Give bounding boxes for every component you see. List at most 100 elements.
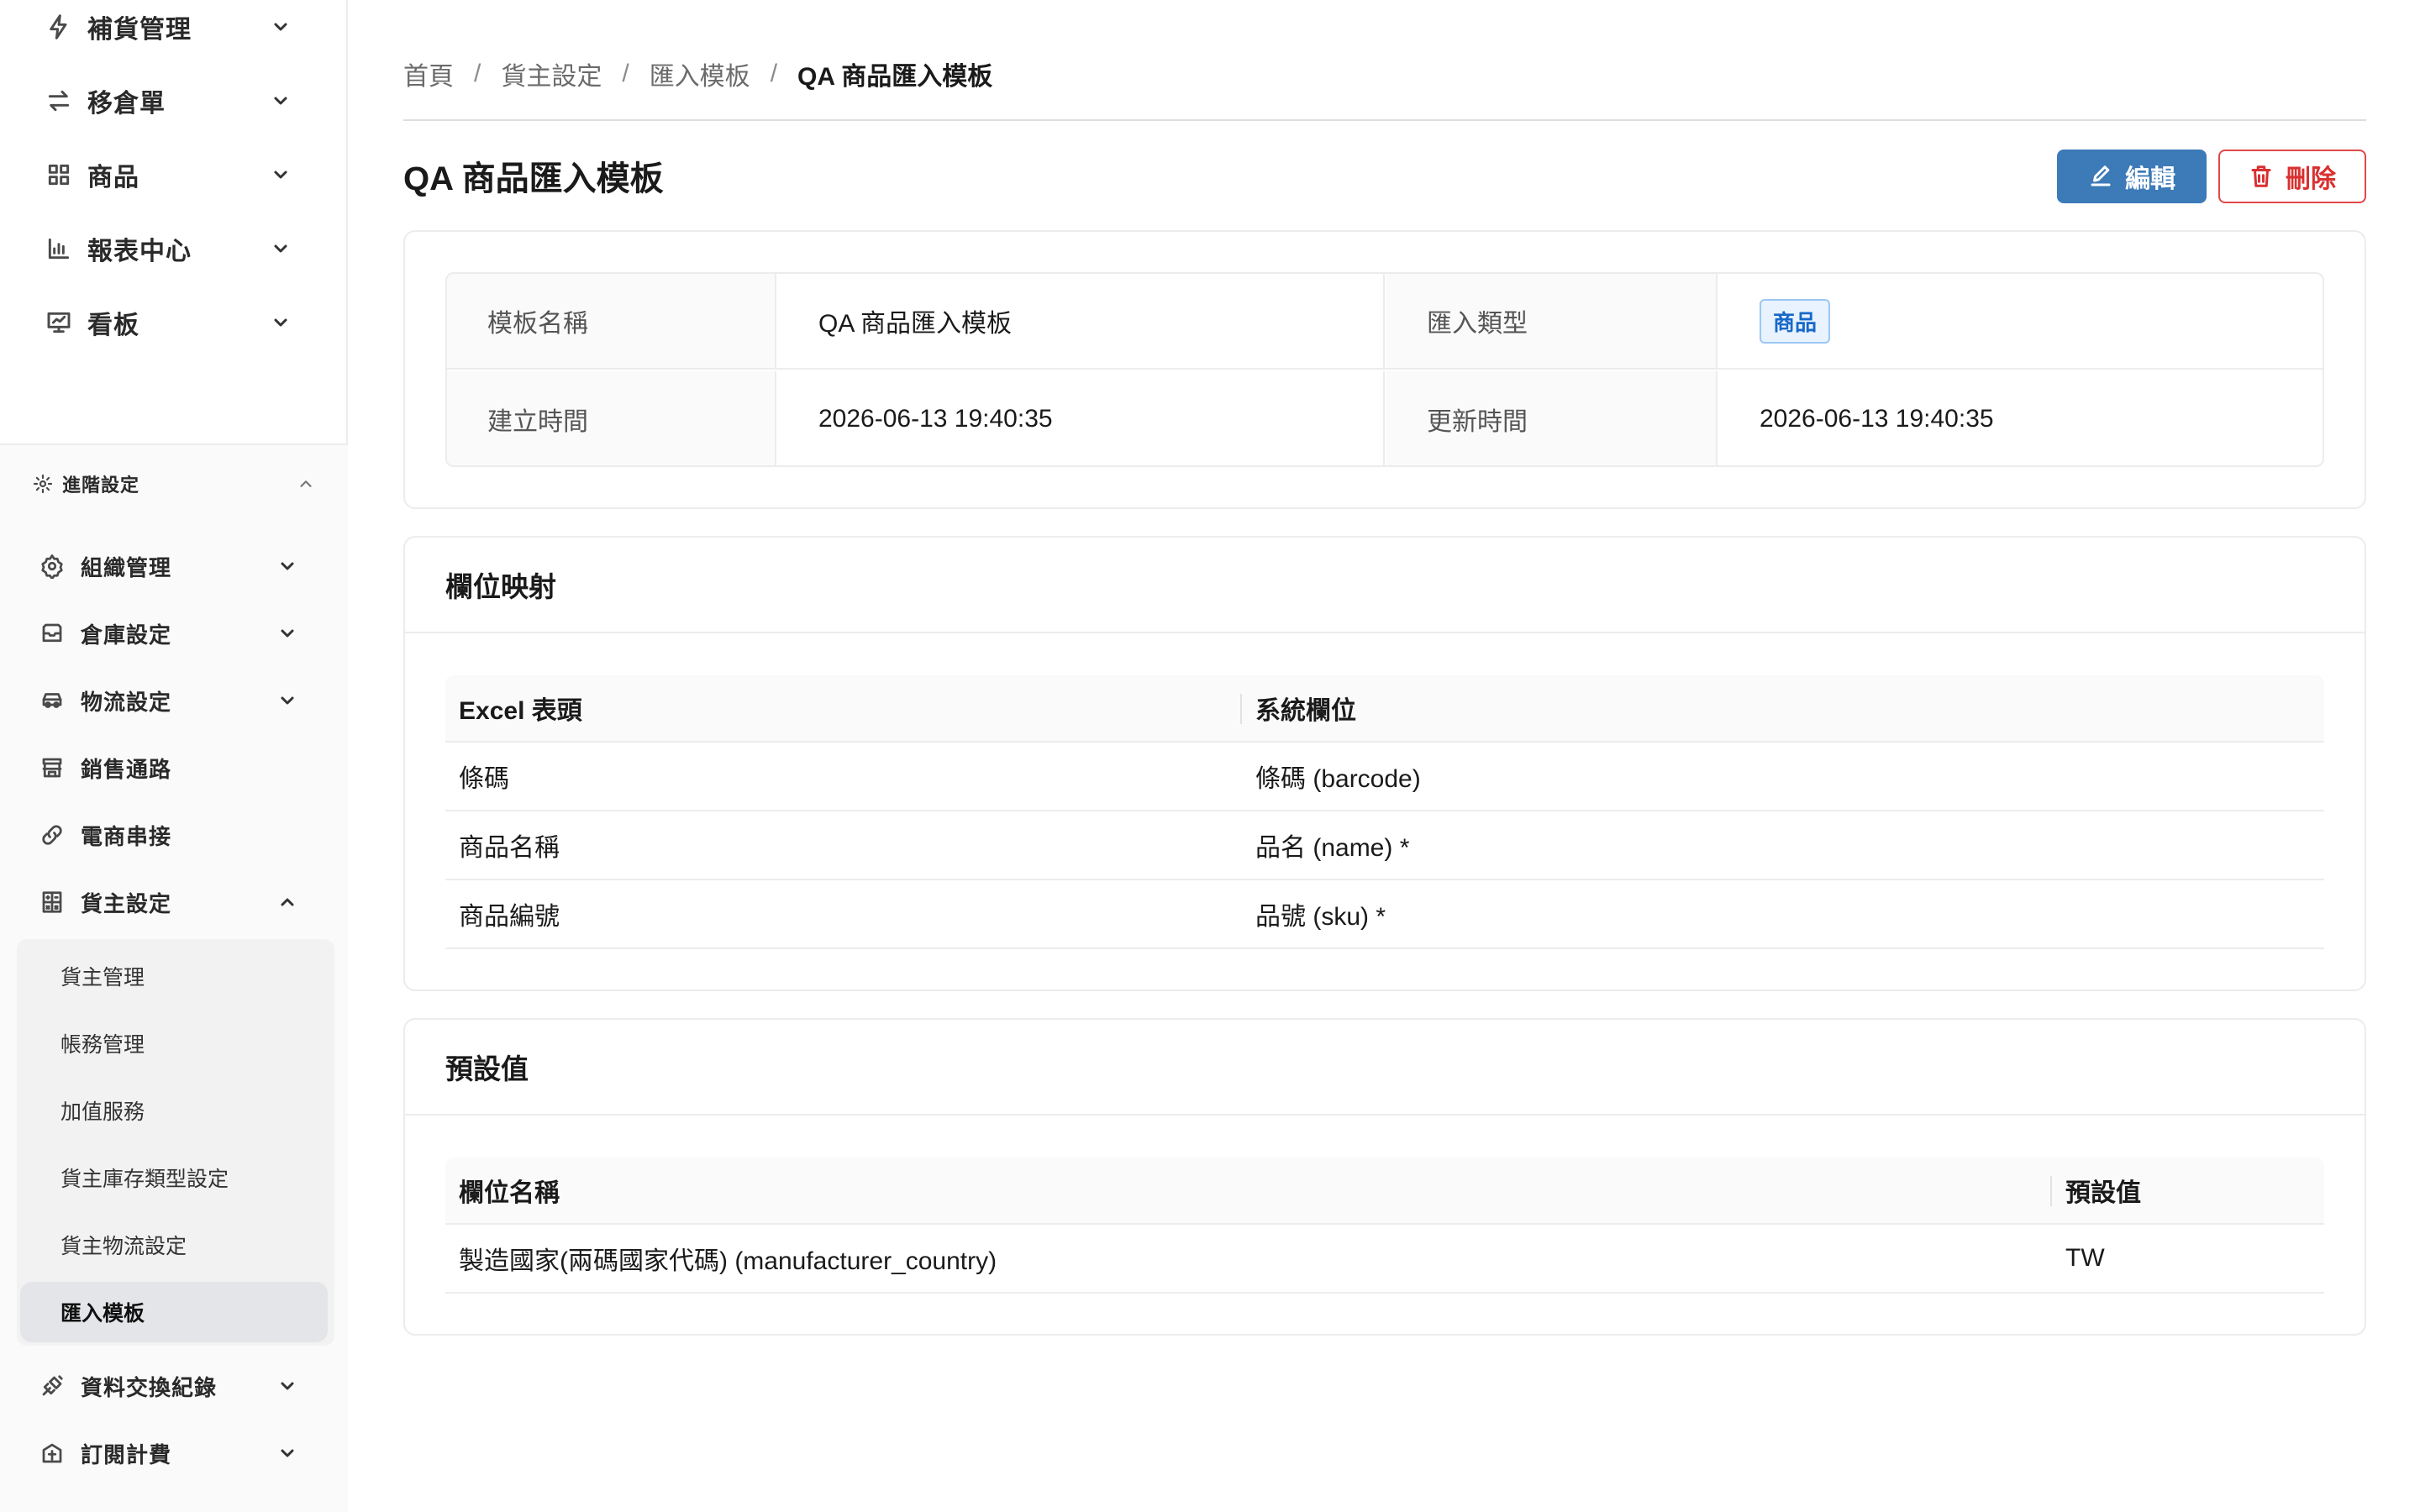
breadcrumb-separator: / <box>474 60 481 87</box>
gear-icon <box>37 551 67 581</box>
column-header-excel: Excel 表頭 <box>459 697 582 725</box>
breadcrumb-divider <box>403 119 2366 121</box>
grid-icon <box>44 160 74 190</box>
delete-button[interactable]: 刪除 <box>2218 150 2366 203</box>
car-icon <box>37 685 67 716</box>
chevron-down-icon <box>269 89 292 113</box>
table-row: 條碼 條碼 (barcode) <box>445 743 2324 811</box>
page-title: QA 商品匯入模板 <box>403 160 664 197</box>
system-field-cell: 品號 (sku) * <box>1255 903 1386 931</box>
table-header: 欄位名稱 預設值 <box>445 1158 2324 1225</box>
default-values-title: 預設值 <box>405 1020 2365 1116</box>
chevron-down-icon <box>276 622 299 645</box>
table-row: 製造國家(兩碼國家代碼) (manufacturer_country) TW <box>445 1225 2324 1294</box>
import-type-label: 匯入類型 <box>1386 274 1718 368</box>
submenu-item-owner-management[interactable]: 貨主管理 <box>17 946 328 1006</box>
system-field-cell: 條碼 (barcode) <box>1255 765 1421 793</box>
sidebar-item-transfer[interactable]: 移倉單 <box>0 67 348 134</box>
import-type-value-cell: 商品 <box>1719 274 2323 368</box>
calculator-icon <box>37 887 67 917</box>
template-name-value: QA 商品匯入模板 <box>778 274 1385 368</box>
breadcrumb-import-templates[interactable]: 匯入模板 <box>650 55 750 92</box>
sidebar-item-data-exchange-log[interactable]: 資料交換紀錄 <box>0 1352 348 1420</box>
submenu-item-label: 帳務管理 <box>60 1033 145 1057</box>
sidebar-item-replenishment[interactable]: 補貨管理 <box>0 0 348 60</box>
template-info-table: 模板名稱 QA 商品匯入模板 匯入類型 商品 建立時間 2026-06-13 1… <box>445 272 2324 467</box>
breadcrumb-current: QA 商品匯入模板 <box>797 63 993 91</box>
sidebar-item-owner-settings[interactable]: 貨主設定 <box>0 869 348 936</box>
submenu-item-label: 貨主管理 <box>60 966 145 990</box>
sidebar-item-label: 商品 <box>87 164 139 192</box>
chevron-down-icon <box>276 1441 299 1465</box>
inbox-icon <box>37 618 67 648</box>
sidebar-item-warehouse[interactable]: 倉庫設定 <box>0 600 348 667</box>
sidebar-item-ecommerce-integration[interactable]: 電商串接 <box>0 801 348 869</box>
advanced-settings-header[interactable]: 進階設定 <box>0 454 348 514</box>
breadcrumb: 首頁 / 貨主設定 / 匯入模板 / QA 商品匯入模板 <box>403 55 992 92</box>
excel-header-cell: 商品名稱 <box>459 834 560 862</box>
column-header-system-field: 系統欄位 <box>1255 697 1356 725</box>
submenu-item-label: 加值服務 <box>60 1100 145 1124</box>
gear-icon <box>30 471 55 496</box>
submenu-item-label: 匯入模板 <box>60 1302 145 1326</box>
sidebar-item-products[interactable]: 商品 <box>0 141 348 208</box>
column-header-field-name: 欄位名稱 <box>459 1179 560 1207</box>
template-info-card: 模板名稱 QA 商品匯入模板 匯入類型 商品 建立時間 2026-06-13 1… <box>403 230 2366 509</box>
transfer-icon <box>44 86 74 116</box>
chevron-down-icon <box>276 1374 299 1398</box>
sidebar-item-dashboard[interactable]: 看板 <box>0 289 348 356</box>
breadcrumb-home[interactable]: 首頁 <box>403 55 454 92</box>
submenu-item-label: 貨主庫存類型設定 <box>60 1168 229 1191</box>
sidebar-item-label: 物流設定 <box>81 689 172 715</box>
column-header-default-value: 預設值 <box>2065 1179 2141 1207</box>
sidebar-item-label: 組織管理 <box>81 554 172 580</box>
sidebar-item-label: 貨主設定 <box>81 890 172 916</box>
field-mapping-card: 欄位映射 Excel 表頭 系統欄位 條碼 條碼 (barcode) 商品名稱 … <box>403 536 2366 991</box>
sidebar-item-logistics[interactable]: 物流設定 <box>0 667 348 734</box>
default-value-cell: TW <box>2065 1244 2105 1272</box>
default-values-table: 欄位名稱 預設值 製造國家(兩碼國家代碼) (manufacturer_coun… <box>445 1158 2324 1297</box>
api-icon <box>37 1371 67 1401</box>
sidebar-item-sales-channel[interactable]: 銷售通路 <box>0 734 348 801</box>
edit-button-label: 編輯 <box>2125 165 2175 193</box>
sidebar-item-label: 報表中心 <box>87 238 192 265</box>
edit-icon <box>2091 165 2111 186</box>
system-field-cell: 品名 (name) * <box>1255 834 1410 862</box>
chevron-down-icon <box>269 15 292 39</box>
submenu-item-owner-logistics[interactable]: 貨主物流設定 <box>17 1215 328 1275</box>
presentation-icon <box>44 307 74 338</box>
submenu-item-value-added-services[interactable]: 加值服務 <box>17 1080 328 1141</box>
chevron-down-icon <box>276 689 299 712</box>
sidebar-item-label: 資料交換紀錄 <box>81 1374 218 1400</box>
sidebar-item-organization[interactable]: 組織管理 <box>0 533 348 600</box>
chevron-down-icon <box>276 554 299 578</box>
sidebar-item-label: 訂閱計費 <box>81 1441 172 1467</box>
edit-button[interactable]: 編輯 <box>2057 150 2207 203</box>
submenu-item-inventory-type[interactable]: 貨主庫存類型設定 <box>17 1147 328 1208</box>
excel-header-cell: 商品編號 <box>459 903 560 931</box>
chevron-down-icon <box>269 163 292 186</box>
shop-icon <box>37 753 67 783</box>
default-values-card: 預設值 欄位名稱 預設值 製造國家(兩碼國家代碼) (manufacturer_… <box>403 1018 2366 1336</box>
chevron-up-icon <box>276 890 299 914</box>
delete-button-label: 刪除 <box>2286 165 2336 193</box>
chevron-up-icon <box>294 472 318 496</box>
field-name-cell: 製造國家(兩碼國家代碼) (manufacturer_country) <box>459 1247 997 1275</box>
excel-header-cell: 條碼 <box>459 765 509 793</box>
advanced-settings-label: 進階設定 <box>62 475 140 496</box>
submenu-item-label: 貨主物流設定 <box>60 1235 187 1258</box>
field-mapping-title: 欄位映射 <box>405 538 2365 633</box>
breadcrumb-owner-settings[interactable]: 貨主設定 <box>501 55 602 92</box>
submenu-item-import-templates[interactable]: 匯入模板 <box>20 1282 328 1342</box>
link-icon <box>37 820 67 850</box>
breadcrumb-separator: / <box>622 60 629 87</box>
chevron-down-icon <box>269 237 292 260</box>
field-mapping-table: Excel 表頭 系統欄位 條碼 條碼 (barcode) 商品名稱 品名 (n… <box>445 675 2324 953</box>
import-type-tag: 商品 <box>1760 298 1831 344</box>
submenu-item-billing-management[interactable]: 帳務管理 <box>17 1013 328 1074</box>
bar-chart-icon <box>44 234 74 264</box>
trash-icon <box>2251 165 2271 187</box>
sidebar-item-reports[interactable]: 報表中心 <box>0 215 348 282</box>
table-row: 商品名稱 品名 (name) * <box>445 811 2324 880</box>
sidebar-item-subscription-billing[interactable]: 訂閱計費 <box>0 1420 348 1487</box>
